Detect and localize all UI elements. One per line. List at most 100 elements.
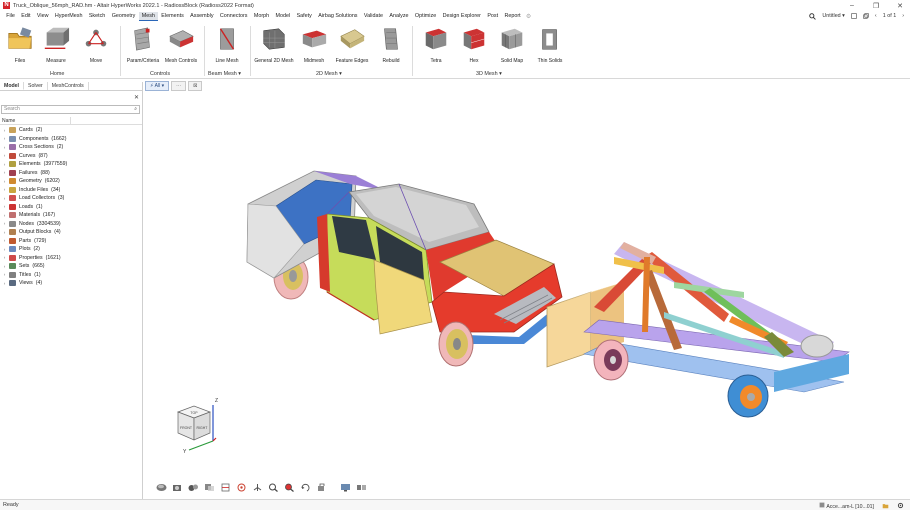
current-component-field[interactable]: Acce...am-L [10...01] — [819, 502, 874, 510]
tree-item[interactable]: › Components (1662) — [0, 135, 142, 144]
menu-report[interactable]: Report — [501, 12, 524, 21]
menu-analyze[interactable]: Analyze — [386, 12, 412, 21]
files-tool[interactable]: Files — [0, 25, 40, 64]
menu-view[interactable]: View — [34, 12, 52, 21]
expand-arrow-icon[interactable]: › — [0, 196, 9, 201]
rotate-view-icon[interactable] — [299, 482, 311, 492]
close-button[interactable]: ✕ — [896, 2, 904, 10]
tab-model[interactable]: Model — [0, 82, 24, 90]
mesh-lines-icon[interactable] — [219, 482, 231, 492]
menu-connectors[interactable]: Connectors — [217, 12, 251, 21]
expand-arrow-icon[interactable]: › — [0, 221, 9, 226]
graphics-viewport[interactable]: TOP FRONT RIGHT Z Y — [144, 92, 910, 499]
search-icon[interactable]: ⌕ — [134, 106, 137, 113]
menu-sketch[interactable]: Sketch — [86, 12, 109, 21]
expand-arrow-icon[interactable]: › — [0, 247, 9, 252]
minimize-button[interactable]: – — [848, 2, 856, 9]
window-layout-icon[interactable] — [851, 13, 857, 19]
rebuild-tool[interactable]: Rebuild — [371, 25, 411, 64]
view-cube-top[interactable]: TOP — [190, 411, 198, 415]
tree-item[interactable]: › Views (4) — [0, 279, 142, 288]
expand-arrow-icon[interactable]: › — [0, 162, 9, 167]
tree-item[interactable]: › Sets (665) — [0, 262, 142, 271]
menu-hypermesh[interactable]: HyperMesh — [52, 12, 86, 21]
menu-mesh[interactable]: Mesh — [138, 11, 159, 21]
tree-item[interactable]: › Cross Sections (2) — [0, 143, 142, 152]
graphics-options-icon[interactable] — [355, 482, 367, 492]
expand-arrow-icon[interactable]: › — [0, 264, 9, 269]
tree-item[interactable]: › Nodes (3304539) — [0, 220, 142, 229]
menu-design-explorer[interactable]: Design Explorer — [439, 12, 484, 21]
feature-edges-tool[interactable]: Feature Edges — [332, 25, 372, 64]
move-tool[interactable]: Move — [76, 25, 116, 64]
search-icon[interactable] — [809, 12, 817, 20]
shaded-view-icon[interactable] — [155, 482, 167, 492]
include-file-icon[interactable] — [882, 502, 889, 509]
menu-file[interactable]: File — [3, 12, 18, 21]
menu-morph[interactable]: Morph — [251, 12, 273, 21]
view-cube-front[interactable]: FRONT — [180, 426, 193, 430]
expand-arrow-icon[interactable]: › — [0, 272, 9, 277]
expand-arrow-icon[interactable]: › — [0, 187, 9, 192]
tree-item[interactable]: › Plots (2) — [0, 245, 142, 254]
tab-meshcontrols[interactable]: MeshControls — [48, 82, 89, 90]
menu-model[interactable]: Model — [272, 12, 293, 21]
browser-search-input[interactable]: Search ⌕ — [1, 105, 140, 114]
expand-arrow-icon[interactable]: › — [0, 281, 9, 286]
midmesh-tool[interactable]: Midmesh — [294, 25, 334, 64]
zoom-window-icon[interactable] — [283, 482, 295, 492]
component-color-icon[interactable] — [187, 482, 199, 492]
menu-geometry[interactable]: Geometry — [109, 12, 139, 21]
tree-item[interactable]: › Failures (88) — [0, 169, 142, 178]
line-mesh-tool[interactable]: Line Mesh — [207, 25, 247, 64]
tree-item[interactable]: › Output Blocks (4) — [0, 228, 142, 237]
expand-arrow-icon[interactable]: › — [0, 238, 9, 243]
expand-arrow-icon[interactable]: › — [0, 153, 9, 158]
session-dropdown[interactable]: Untitled ▾ — [822, 13, 845, 19]
tree-item[interactable]: › Elements (3977559) — [0, 160, 142, 169]
menu-airbag-solutions[interactable]: Airbag Solutions — [315, 12, 361, 21]
menu-validate[interactable]: Validate — [361, 12, 386, 21]
prev-page-icon[interactable]: ‹ — [875, 13, 877, 19]
expand-arrow-icon[interactable]: › — [0, 204, 9, 209]
tree-item[interactable]: › Curves (87) — [0, 152, 142, 161]
expand-arrow-icon[interactable]: › — [0, 145, 9, 150]
fit-view-icon[interactable] — [251, 482, 263, 492]
menu-post[interactable]: Post — [484, 12, 501, 21]
measure-tool[interactable]: Measure — [36, 25, 76, 64]
clipping-icon[interactable] — [315, 482, 327, 492]
expand-arrow-icon[interactable]: › — [0, 255, 9, 260]
tree-item[interactable]: › Include Files (34) — [0, 186, 142, 195]
filter-clear-button[interactable]: ⊠ — [188, 81, 203, 91]
tab-solver[interactable]: Solver — [24, 82, 48, 90]
menu-safety[interactable]: Safety — [293, 12, 315, 21]
column-name[interactable]: Name — [2, 118, 15, 124]
mesh-controls-tool[interactable]: Mesh Controls — [161, 25, 201, 64]
expand-arrow-icon[interactable]: › — [0, 230, 9, 235]
menu-elements[interactable]: Elements — [158, 12, 187, 21]
menu-optimize[interactable]: Optimize — [412, 12, 440, 21]
general-2d-mesh-tool[interactable]: General 2D Mesh — [254, 25, 294, 64]
tree-item[interactable]: › Load Collectors (3) — [0, 194, 142, 203]
status-settings-icon[interactable] — [897, 502, 904, 509]
expand-arrow-icon[interactable]: › — [0, 213, 9, 218]
tree-item[interactable]: › Cards (2) — [0, 126, 142, 135]
menu-settings-icon[interactable]: ⚙ — [526, 13, 531, 20]
entity-filter-dropdown[interactable]: ⚡ All ▾ — [145, 81, 170, 91]
expand-arrow-icon[interactable]: › — [0, 128, 9, 133]
tree-item[interactable]: › Geometry (6202) — [0, 177, 142, 186]
tree-item[interactable]: › Loads (1) — [0, 203, 142, 212]
menu-edit[interactable]: Edit — [18, 12, 34, 21]
hex-tool[interactable]: Hex — [454, 25, 494, 64]
display-settings-icon[interactable] — [339, 482, 351, 492]
popout-icon[interactable] — [863, 13, 869, 19]
element-check-icon[interactable] — [235, 482, 247, 492]
expand-arrow-icon[interactable]: › — [0, 170, 9, 175]
thin-solids-tool[interactable]: Thin Solids — [530, 25, 570, 64]
param-criteria-tool[interactable]: Param/Criteria — [123, 25, 163, 64]
menu-assembly[interactable]: Assembly — [187, 12, 217, 21]
tree-item[interactable]: › Properties (1621) — [0, 254, 142, 263]
filter-options-button[interactable]: ··· — [171, 81, 187, 91]
expand-arrow-icon[interactable]: › — [0, 179, 9, 184]
solid-map-tool[interactable]: Solid Map — [492, 25, 532, 64]
